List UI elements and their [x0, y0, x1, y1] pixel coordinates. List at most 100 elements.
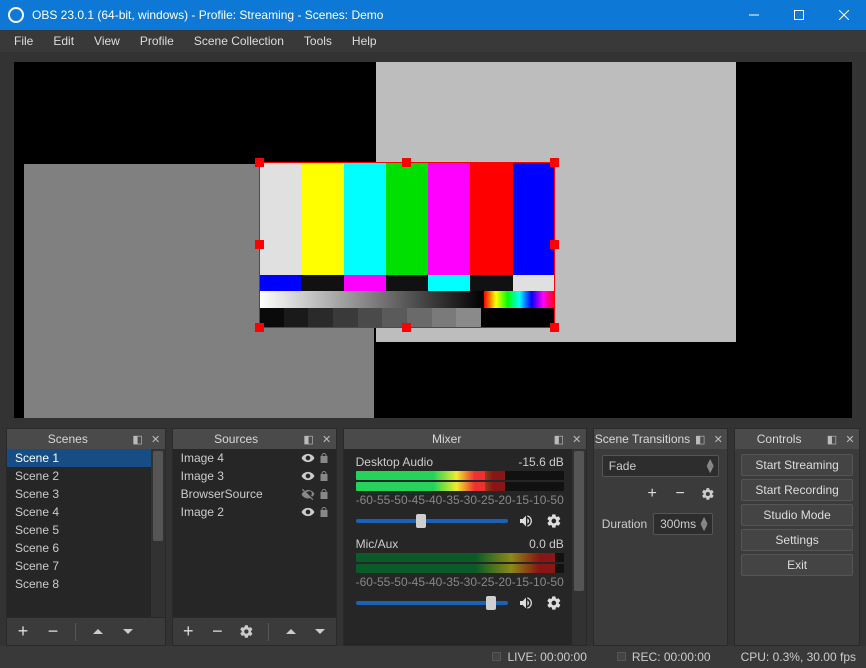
- undock-icon[interactable]: ◧: [691, 430, 709, 448]
- maximize-button[interactable]: [776, 0, 821, 30]
- studio-mode-button[interactable]: Studio Mode: [741, 504, 853, 526]
- move-scene-down-button[interactable]: [118, 622, 138, 642]
- channel-settings-button[interactable]: [544, 593, 564, 613]
- selection-outline[interactable]: [259, 162, 555, 328]
- visibility-toggle-icon[interactable]: [300, 469, 316, 483]
- lock-toggle-icon[interactable]: [316, 506, 332, 518]
- window-title: OBS 23.0.1 (64-bit, windows) - Profile: …: [32, 8, 731, 22]
- handle-mr[interactable]: [550, 240, 559, 249]
- panel-sources-header[interactable]: Sources ◧ ✕: [173, 429, 336, 449]
- source-properties-button[interactable]: [237, 622, 256, 642]
- handle-bc[interactable]: [402, 323, 411, 332]
- transition-duration-field[interactable]: 300ms ▲▼: [653, 513, 713, 535]
- close-panel-icon[interactable]: ✕: [568, 430, 586, 448]
- close-button[interactable]: [821, 0, 866, 30]
- handle-ml[interactable]: [255, 240, 264, 249]
- mixer-scrollbar[interactable]: [572, 449, 586, 645]
- minimize-button[interactable]: [731, 0, 776, 30]
- visibility-toggle-icon[interactable]: [300, 487, 316, 501]
- handle-tc[interactable]: [402, 158, 411, 167]
- mute-button[interactable]: [516, 511, 536, 531]
- menu-view[interactable]: View: [84, 32, 130, 50]
- exit-button[interactable]: Exit: [741, 554, 853, 576]
- transition-properties-button[interactable]: [697, 483, 719, 505]
- live-indicator-icon: [492, 652, 501, 661]
- start-recording-button[interactable]: Start Recording: [741, 479, 853, 501]
- add-source-button[interactable]: +: [179, 622, 198, 642]
- undock-icon[interactable]: ◧: [129, 430, 147, 448]
- panel-sources: Sources ◧ ✕ Image 4 Image 3BrowserSourceI…: [172, 428, 337, 646]
- add-transition-button[interactable]: +: [641, 483, 663, 505]
- preview-canvas[interactable]: [14, 62, 852, 418]
- scene-item[interactable]: Scene 2: [7, 467, 165, 485]
- remove-scene-button[interactable]: −: [43, 622, 63, 642]
- scene-item[interactable]: Scene 3: [7, 485, 165, 503]
- close-panel-icon[interactable]: ✕: [147, 430, 165, 448]
- lock-toggle-icon[interactable]: [316, 470, 332, 482]
- scene-item[interactable]: Scene 1: [7, 449, 165, 467]
- undock-icon[interactable]: ◧: [550, 430, 568, 448]
- transition-select[interactable]: Fade ▲▼: [602, 455, 719, 477]
- close-panel-icon[interactable]: ✕: [841, 430, 859, 448]
- scenes-list[interactable]: Scene 1Scene 2Scene 3Scene 4Scene 5Scene…: [7, 449, 165, 617]
- menubar: File Edit View Profile Scene Collection …: [0, 30, 866, 52]
- source-item[interactable]: Image 2: [173, 503, 336, 521]
- menu-help[interactable]: Help: [342, 32, 387, 50]
- channel-settings-button[interactable]: [544, 511, 564, 531]
- undock-icon[interactable]: ◧: [300, 430, 318, 448]
- panel-scenes-header[interactable]: Scenes ◧ ✕: [7, 429, 165, 449]
- lock-toggle-icon[interactable]: [316, 452, 332, 464]
- vu-meter: [356, 553, 564, 562]
- handle-tl[interactable]: [255, 158, 264, 167]
- menu-file[interactable]: File: [4, 32, 43, 50]
- remove-transition-button[interactable]: −: [669, 483, 691, 505]
- mixer-channel: Desktop Audio-15.6 dB-60-55-50-45-40-35-…: [344, 451, 586, 533]
- settings-button[interactable]: Settings: [741, 529, 853, 551]
- menu-scene-collection[interactable]: Scene Collection: [184, 32, 294, 50]
- source-item[interactable]: BrowserSource: [173, 485, 336, 503]
- mute-button[interactable]: [516, 593, 536, 613]
- close-panel-icon[interactable]: ✕: [709, 430, 727, 448]
- volume-slider[interactable]: [356, 601, 508, 605]
- sources-footer: + −: [173, 617, 336, 645]
- lock-toggle-icon[interactable]: [316, 488, 332, 500]
- menu-edit[interactable]: Edit: [43, 32, 84, 50]
- panel-title: Scene Transitions: [594, 432, 691, 446]
- move-source-up-button[interactable]: [281, 622, 300, 642]
- scene-item[interactable]: Scene 6: [7, 539, 165, 557]
- volume-slider[interactable]: [356, 519, 508, 523]
- scene-item[interactable]: Scene 8: [7, 575, 165, 593]
- move-scene-up-button[interactable]: [88, 622, 108, 642]
- preview-area: [0, 52, 866, 428]
- remove-source-button[interactable]: −: [208, 622, 227, 642]
- panel-mixer-header[interactable]: Mixer ◧ ✕: [344, 429, 586, 449]
- source-item[interactable]: Image 4: [173, 449, 336, 467]
- source-name: Image 4: [181, 451, 300, 465]
- scenes-scrollbar[interactable]: [151, 449, 165, 617]
- visibility-toggle-icon[interactable]: [300, 451, 316, 465]
- handle-tr[interactable]: [550, 158, 559, 167]
- panel-controls-header[interactable]: Controls ◧ ✕: [735, 429, 859, 449]
- panel-transitions-header[interactable]: Scene Transitions ◧ ✕: [594, 429, 727, 449]
- visibility-toggle-icon[interactable]: [300, 505, 316, 519]
- scene-item[interactable]: Scene 7: [7, 557, 165, 575]
- add-scene-button[interactable]: +: [13, 622, 33, 642]
- handle-bl[interactable]: [255, 323, 264, 332]
- source-item[interactable]: Image 3: [173, 467, 336, 485]
- channel-db: 0.0 dB: [529, 537, 564, 551]
- scene-item[interactable]: Scene 4: [7, 503, 165, 521]
- menu-tools[interactable]: Tools: [294, 32, 342, 50]
- undock-icon[interactable]: ◧: [823, 430, 841, 448]
- sources-list[interactable]: Image 4 Image 3BrowserSourceImage 2: [173, 449, 336, 617]
- panel-transitions: Scene Transitions ◧ ✕ Fade ▲▼ + − Durati…: [593, 428, 728, 646]
- move-source-down-button[interactable]: [310, 622, 329, 642]
- handle-br[interactable]: [550, 323, 559, 332]
- transition-current: Fade: [609, 459, 636, 473]
- start-streaming-button[interactable]: Start Streaming: [741, 454, 853, 476]
- panel-title: Controls: [735, 432, 823, 446]
- menu-profile[interactable]: Profile: [130, 32, 184, 50]
- titlebar: OBS 23.0.1 (64-bit, windows) - Profile: …: [0, 0, 866, 30]
- transitions-body: Fade ▲▼ + − Duration 300ms ▲▼: [594, 449, 727, 645]
- scene-item[interactable]: Scene 5: [7, 521, 165, 539]
- close-panel-icon[interactable]: ✕: [318, 430, 336, 448]
